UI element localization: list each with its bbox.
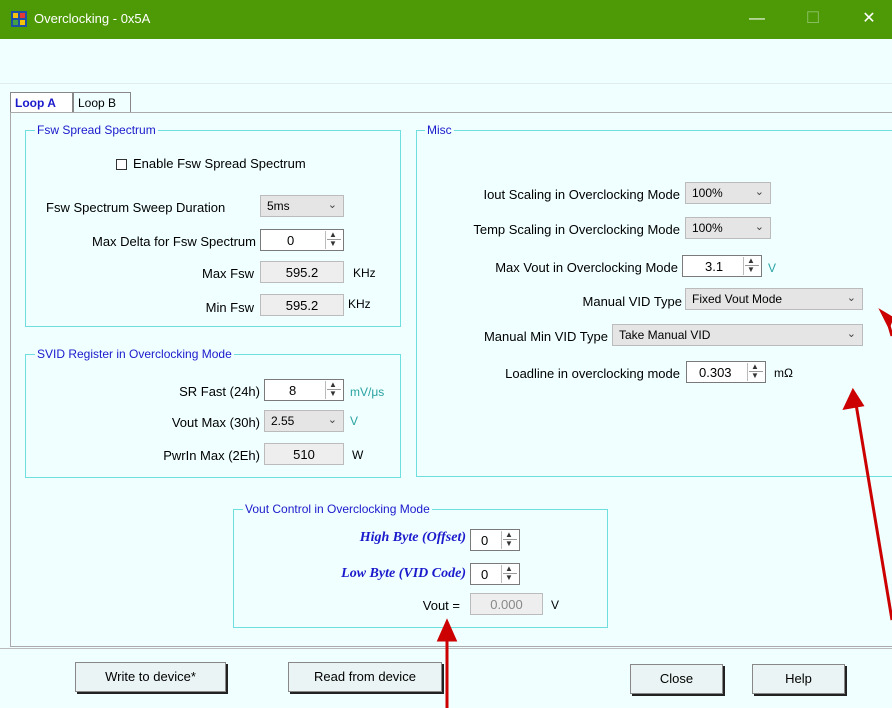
vout-result-value: 0.000 — [470, 593, 543, 615]
vout-result-label: Vout = — [422, 598, 460, 613]
high-byte-label: High Byte (Offset) — [359, 530, 466, 545]
vout-max-value: 2.55 — [271, 414, 295, 428]
max-vout-value: 3.1 — [705, 259, 724, 274]
spin-buttons[interactable]: ▲ ▼ — [501, 531, 518, 549]
manual-vid-type-label: Manual VID Type — [582, 294, 682, 309]
vout-control-group-title: Vout Control in Overclocking Mode — [243, 502, 432, 516]
sr-fast-unit: mV/μs — [350, 385, 385, 399]
spin-down-icon[interactable]: ▼ — [329, 390, 337, 398]
spin-buttons[interactable]: ▲ ▼ — [325, 231, 342, 249]
sweep-duration-select[interactable]: 5ms ⌄ — [260, 195, 344, 217]
spin-buttons[interactable]: ▲ ▼ — [747, 363, 764, 381]
manual-vid-type-value: Fixed Vout Mode — [692, 292, 783, 306]
chevron-down-icon: ⌄ — [846, 328, 856, 340]
temp-scaling-label: Temp Scaling in Overclocking Mode — [473, 222, 680, 237]
min-fsw-unit: KHz — [348, 297, 371, 311]
iout-scaling-label: Iout Scaling in Overclocking Mode — [483, 187, 680, 202]
manual-min-vid-select[interactable]: Take Manual VID ⌄ — [612, 324, 863, 346]
sweep-duration-value: 5ms — [267, 199, 290, 213]
title-bar[interactable]: Overclocking - 0x5A — ☐ ✕ — [0, 0, 892, 39]
spin-up-icon[interactable]: ▲ — [505, 565, 513, 573]
sr-fast-label: SR Fast (24h) — [179, 384, 260, 399]
max-fsw-value: 595.2 — [260, 261, 344, 283]
spin-down-icon[interactable]: ▼ — [329, 240, 337, 248]
min-fsw-label: Min Fsw — [205, 300, 254, 315]
pwrin-max-label: PwrIn Max (2Eh) — [163, 448, 260, 463]
iout-scaling-value: 100% — [692, 186, 723, 200]
misc-group-title: Misc — [425, 123, 454, 137]
sr-fast-value: 8 — [289, 383, 297, 398]
manual-vid-type-select[interactable]: Fixed Vout Mode ⌄ — [685, 288, 863, 310]
high-byte-spinner[interactable]: 0 ▲ ▼ — [470, 529, 520, 551]
temp-scaling-select[interactable]: 100% ⌄ — [685, 217, 771, 239]
close-window-button[interactable]: ✕ — [846, 6, 892, 32]
spin-up-icon[interactable]: ▲ — [751, 363, 759, 371]
max-vout-label: Max Vout in Overclocking Mode — [495, 260, 678, 275]
help-button[interactable]: Help — [752, 664, 845, 694]
max-delta-value: 0 — [287, 233, 295, 248]
spin-down-icon[interactable]: ▼ — [505, 540, 513, 548]
spin-up-icon[interactable]: ▲ — [747, 257, 755, 265]
manual-min-vid-value: Take Manual VID — [619, 328, 711, 342]
chevron-down-icon: ⌄ — [754, 186, 764, 198]
manual-min-vid-label: Manual Min VID Type — [483, 329, 608, 344]
low-byte-value: 0 — [481, 567, 489, 582]
low-byte-label: Low Byte (VID Code) — [341, 566, 466, 581]
low-byte-spinner[interactable]: 0 ▲ ▼ — [470, 563, 520, 585]
chevron-down-icon: ⌄ — [846, 292, 856, 304]
vout-max-select[interactable]: 2.55 ⌄ — [264, 410, 344, 432]
tab-loop-b[interactable]: Loop B — [73, 92, 131, 113]
write-to-device-button[interactable]: Write to device* — [75, 662, 226, 692]
high-byte-value: 0 — [481, 533, 489, 548]
max-fsw-label: Max Fsw — [202, 266, 254, 281]
toolstrip-area — [0, 39, 892, 84]
read-from-device-button[interactable]: Read from device — [288, 662, 442, 692]
loadline-unit: mΩ — [774, 366, 793, 380]
max-vout-unit: V — [768, 261, 777, 275]
enable-fsw-checkbox[interactable] — [116, 159, 127, 170]
loadline-spinner[interactable]: 0.303 ▲ ▼ — [686, 361, 766, 383]
spin-up-icon[interactable]: ▲ — [329, 231, 337, 239]
fsw-group-title: Fsw Spread Spectrum — [35, 123, 158, 137]
max-fsw-unit: KHz — [353, 266, 376, 280]
min-fsw-value: 595.2 — [260, 294, 344, 316]
loadline-value: 0.303 — [699, 365, 732, 380]
spin-down-icon[interactable]: ▼ — [747, 266, 755, 274]
svid-group-title: SVID Register in Overclocking Mode — [35, 347, 234, 361]
temp-scaling-value: 100% — [692, 221, 723, 235]
spin-buttons[interactable]: ▲ ▼ — [501, 565, 518, 583]
chevron-down-icon: ⌄ — [327, 414, 337, 426]
vout-result-unit: V — [551, 598, 560, 612]
close-button[interactable]: Close — [630, 664, 723, 694]
max-vout-spinner[interactable]: 3.1 ▲ ▼ — [682, 255, 762, 277]
enable-fsw-label: Enable Fsw Spread Spectrum — [133, 156, 306, 171]
pwrin-max-unit: W — [352, 448, 364, 462]
window-title: Overclocking - 0x5A — [34, 11, 151, 26]
minimize-button[interactable]: — — [734, 6, 780, 32]
spin-up-icon[interactable]: ▲ — [329, 381, 337, 389]
tab-loop-a[interactable]: Loop A — [10, 92, 73, 113]
app-icon — [11, 11, 27, 27]
spin-down-icon[interactable]: ▼ — [751, 372, 759, 380]
max-delta-spinner[interactable]: 0 ▲ ▼ — [260, 229, 344, 251]
loadline-label: Loadline in overclocking mode — [505, 366, 680, 381]
spin-buttons[interactable]: ▲ ▼ — [743, 257, 760, 275]
vout-max-label: Vout Max (30h) — [171, 415, 260, 430]
max-delta-label: Max Delta for Fsw Spectrum — [92, 234, 256, 249]
maximize-button[interactable]: ☐ — [790, 6, 836, 32]
spin-up-icon[interactable]: ▲ — [505, 531, 513, 539]
pwrin-max-value: 510 — [264, 443, 344, 465]
chevron-down-icon: ⌄ — [754, 221, 764, 233]
spin-down-icon[interactable]: ▼ — [505, 574, 513, 582]
sr-fast-spinner[interactable]: 8 ▲ ▼ — [264, 379, 344, 401]
iout-scaling-select[interactable]: 100% ⌄ — [685, 182, 771, 204]
vout-max-unit: V — [350, 414, 359, 428]
spin-buttons[interactable]: ▲ ▼ — [325, 381, 342, 399]
chevron-down-icon: ⌄ — [327, 199, 337, 211]
sweep-duration-label: Fsw Spectrum Sweep Duration — [46, 200, 226, 215]
